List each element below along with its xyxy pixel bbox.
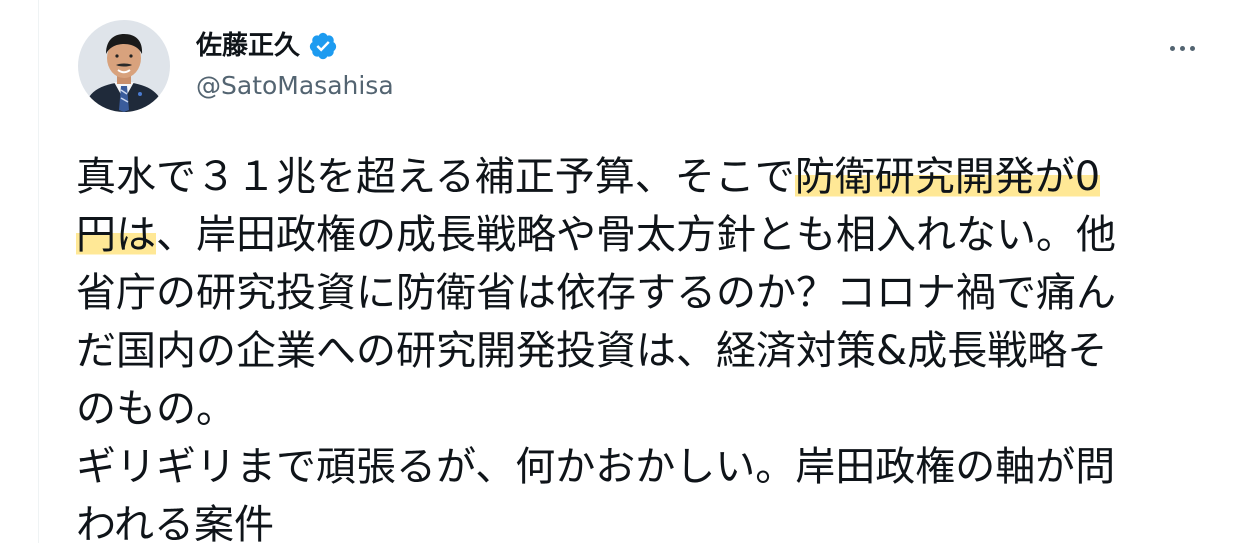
more-horizontal-icon xyxy=(1169,45,1175,51)
more-horizontal-icon-dot xyxy=(1189,45,1195,51)
tweet-line: ギリギリまで頑張るが、何かおかしい。岸田政権の軸が問 xyxy=(76,438,1206,496)
tweet-text-segment: われる案件 xyxy=(76,502,274,543)
tweet-line: 円は、岸田政権の成長戦略や骨太方針とも相入れない。他 xyxy=(76,206,1206,264)
tweet-text-segment: 省庁の研究投資に防衛省は依存するのか？コロナ禍で痛ん xyxy=(76,270,1116,316)
tweet-text: 真水で３１兆を超える補正予算、そこで防衛研究開発が0 円は、岸田政権の成長戦略や… xyxy=(76,148,1206,543)
author-display-name[interactable]: 佐藤正久 xyxy=(196,29,300,63)
more-horizontal-icon-dot xyxy=(1179,45,1185,51)
author-avatar[interactable] xyxy=(78,20,170,112)
more-options-button[interactable] xyxy=(1160,30,1204,66)
tweet-line: 真水で３１兆を超える補正予算、そこで防衛研究開発が0 xyxy=(76,148,1206,206)
tweet-text-segment: だ国内の企業への研究開発投資は、経済対策&成長戦略そ xyxy=(76,328,1108,374)
author-name-row[interactable]: 佐藤正久 xyxy=(196,29,338,63)
verified-badge-icon xyxy=(309,32,337,60)
highlighted-text: 円は xyxy=(76,212,156,258)
tweet-line: だ国内の企業への研究開発投資は、経済対策&成長戦略そ xyxy=(76,322,1206,380)
tweet-text-segment: のもの。 xyxy=(76,386,236,432)
author-handle[interactable]: @SatoMasahisa xyxy=(196,70,394,102)
user-portrait-avatar-icon xyxy=(78,20,170,112)
highlighted-text: 防衛研究開発が0 xyxy=(794,154,1101,200)
tweet-line: われる案件 xyxy=(76,496,1206,543)
tweet-line: のもの。 xyxy=(76,380,1206,438)
tweet-text-segment: 真水で３１兆を超える補正予算、そこで xyxy=(76,154,795,200)
tweet-text-segment: ギリギリまで頑張るが、何かおかしい。岸田政権の軸が問 xyxy=(76,444,1116,490)
tweet-line: 省庁の研究投資に防衛省は依存するのか？コロナ禍で痛ん xyxy=(76,264,1206,322)
tweet-text-segment: 、岸田政権の成長戦略や骨太方針とも相入れない。他 xyxy=(156,212,1116,258)
tweet-card-border xyxy=(38,0,39,543)
